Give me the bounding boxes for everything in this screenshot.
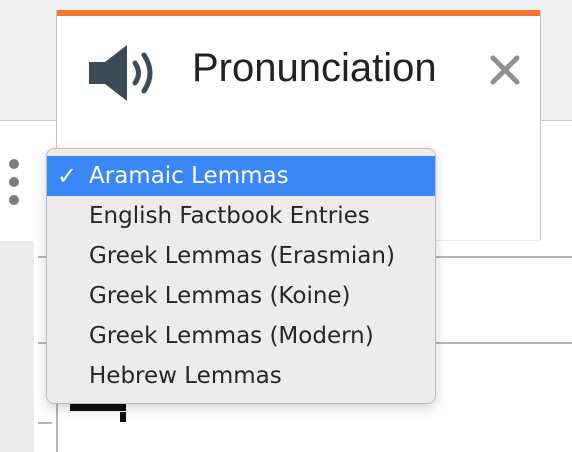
tab-title: Pronunciation [192,46,437,90]
speaker-icon [89,45,153,101]
dropdown-item-label: Greek Lemmas (Modern) [89,323,374,349]
dropdown-item-aramaic-lemmas[interactable]: ✓ Aramaic Lemmas [47,156,435,196]
dropdown-item-greek-lemmas-koine[interactable]: Greek Lemmas (Koine) [47,276,435,316]
dropdown-item-english-factbook-entries[interactable]: English Factbook Entries [47,196,435,236]
dropdown-item-hebrew-lemmas[interactable]: Hebrew Lemmas [47,356,435,396]
dropdown-item-label: Greek Lemmas (Koine) [89,283,351,309]
tab-accent-bar [57,10,540,16]
close-icon[interactable] [489,54,521,86]
panel-edge [541,120,572,242]
kebab-menu-icon[interactable] [0,159,28,209]
language-dropdown-menu[interactable]: ✓ Aramaic Lemmas English Factbook Entrie… [46,148,436,404]
content-left-column [0,241,34,452]
dropdown-item-label: Hebrew Lemmas [89,363,282,389]
dropdown-item-label: English Factbook Entries [89,203,370,229]
dropdown-item-label: Aramaic Lemmas [89,163,289,189]
dropdown-item-greek-lemmas-modern[interactable]: Greek Lemmas (Modern) [47,316,435,356]
dropdown-item-greek-lemmas-erasmian[interactable]: Greek Lemmas (Erasmian) [47,236,435,276]
checkmark-icon: ✓ [57,162,78,190]
content-divider [38,422,52,424]
dropdown-item-label: Greek Lemmas (Erasmian) [89,243,395,269]
